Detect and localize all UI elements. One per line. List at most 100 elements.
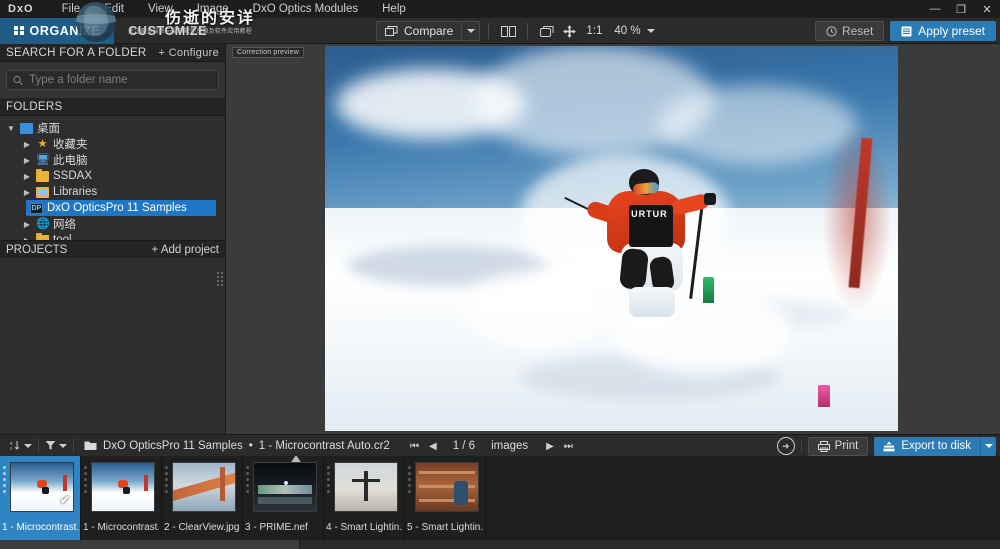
- configure-link[interactable]: + Configure: [159, 47, 219, 59]
- chevron-down-icon: [24, 443, 32, 448]
- folder-icon: [36, 168, 49, 182]
- tab-organize-label: ORGANIZE: [29, 23, 101, 38]
- next-image-button[interactable]: ▶: [546, 441, 554, 452]
- export-arrow-circle-icon[interactable]: ➜: [776, 437, 795, 455]
- menu-dxo-optics-modules[interactable]: DxO Optics Modules: [241, 0, 370, 18]
- tree-item-ssdax[interactable]: ▶ SSDAX: [0, 168, 225, 184]
- filmstrip-item[interactable]: 3 - PRIME.nef: [243, 456, 324, 549]
- toolbar-right-actions: Reset Apply preset: [814, 21, 996, 41]
- apply-preset-button[interactable]: Apply preset: [890, 21, 996, 41]
- filmstrip-scrollbar[interactable]: [0, 540, 1000, 549]
- tree-item-libraries[interactable]: ▶ Libraries: [0, 184, 225, 200]
- projects-section-header: PROJECTS + Add project: [0, 240, 225, 258]
- rating-dots[interactable]: [408, 466, 411, 493]
- filter-button[interactable]: [39, 435, 73, 457]
- expand-arrow-right-icon[interactable]: ▶: [22, 188, 32, 197]
- thumbnail-label: 2 - ClearView.jpg: [164, 522, 240, 533]
- print-button[interactable]: Print: [807, 436, 869, 456]
- tab-customize[interactable]: CUSTOMIZE: [114, 18, 221, 44]
- rating-dots[interactable]: [165, 466, 168, 493]
- statusbar-divider-2: [73, 438, 74, 453]
- restore-icon[interactable]: ❐: [948, 0, 974, 18]
- network-icon: 🌐: [36, 217, 50, 230]
- tree-item-tool[interactable]: ▶ tool: [0, 232, 225, 240]
- reset-button[interactable]: Reset: [814, 21, 885, 41]
- compare-button[interactable]: Compare: [376, 21, 481, 41]
- thumb-art-ski: [92, 463, 154, 511]
- filmstrip-item[interactable]: 5 - Smart Lightin...: [405, 456, 486, 549]
- window-controls: — ❐ ✕: [922, 0, 1000, 18]
- pan-tool-button[interactable]: [558, 21, 580, 41]
- menu-bar: DxO File Edit View Image DxO Optics Modu…: [0, 0, 1000, 18]
- image-viewer[interactable]: Correction preview URTUR: [226, 44, 1000, 434]
- tree-item-favorites[interactable]: ▶ ★ 收藏夹: [0, 136, 225, 152]
- photo-pink-marker: [817, 384, 830, 407]
- expand-arrow-right-icon[interactable]: ▶: [22, 156, 32, 165]
- compare-dropdown-arrow[interactable]: [461, 22, 479, 40]
- folders-section-header: FOLDERS: [0, 98, 225, 116]
- export-to-disk-button[interactable]: Export to disk: [874, 436, 996, 456]
- photo-skier: URTUR: [564, 169, 727, 359]
- panel-resize-grip[interactable]: [217, 272, 223, 294]
- filmstrip-item[interactable]: 4 - Smart Lightin...: [324, 456, 405, 549]
- tree-item-label: 收藏夹: [53, 139, 88, 151]
- menu-help[interactable]: Help: [370, 0, 418, 18]
- menu-file[interactable]: File: [50, 0, 93, 18]
- one-to-one-button[interactable]: 1:1: [580, 21, 608, 41]
- thumb-art-shelf: [416, 463, 478, 511]
- last-image-button[interactable]: ⏭: [564, 441, 573, 452]
- tree-item-label: 桌面: [37, 123, 60, 135]
- expand-arrow-right-icon[interactable]: ▶: [22, 172, 32, 181]
- thumbnail-image: [172, 462, 236, 512]
- menu-edit[interactable]: Edit: [92, 0, 136, 18]
- split-view-icon: [500, 25, 516, 37]
- image-counter-unit: images: [491, 440, 529, 452]
- expand-arrow-right-icon[interactable]: ▶: [22, 140, 32, 149]
- breadcrumb-folder[interactable]: DxO OpticsPro 11 Samples: [103, 440, 243, 452]
- dxo-folder-icon: DP: [30, 202, 43, 214]
- rating-dots[interactable]: [246, 466, 249, 493]
- chevron-down-icon: [59, 443, 67, 448]
- projects-list-area: [0, 258, 225, 434]
- filmstrip-item[interactable]: ✔ 1 - Microcontrast...: [0, 456, 81, 549]
- skier-leg-left: [619, 247, 650, 291]
- compare-icon: [385, 25, 398, 36]
- sort-button[interactable]: a z: [4, 435, 38, 457]
- filmstrip-item[interactable]: 1 - Microcontrast...: [81, 456, 162, 549]
- side-by-side-view-button[interactable]: [497, 21, 519, 41]
- skier-glove-right: [704, 193, 717, 206]
- toolbar-divider-2: [527, 23, 529, 39]
- main-photo[interactable]: URTUR: [325, 46, 898, 431]
- first-image-button[interactable]: ⏮: [410, 441, 419, 452]
- add-project-link[interactable]: + Add project: [152, 244, 219, 256]
- rating-dots[interactable]: [3, 466, 6, 493]
- tree-item-network[interactable]: ▶ 🌐 网络: [0, 216, 225, 232]
- search-area: [0, 62, 225, 98]
- folder-search-box[interactable]: [6, 70, 219, 90]
- tree-item-desktop[interactable]: ▼ 桌面: [0, 120, 225, 136]
- previous-image-button[interactable]: ◀: [429, 441, 437, 452]
- minimize-icon[interactable]: —: [922, 0, 948, 18]
- rating-dots[interactable]: [327, 466, 330, 493]
- tree-item-label: DxO OpticsPro 11 Samples: [47, 202, 187, 214]
- menu-image[interactable]: Image: [185, 0, 241, 18]
- expand-arrow-right-icon[interactable]: ▶: [22, 220, 32, 229]
- close-icon[interactable]: ✕: [974, 0, 1000, 18]
- expand-arrow-down-icon[interactable]: ▼: [6, 124, 16, 133]
- rating-dots[interactable]: [84, 466, 87, 493]
- correction-preview-badge: Correction preview: [232, 47, 304, 58]
- thumbnail-image: ✔: [10, 462, 74, 512]
- tree-item-dxo-opticspro-11-samples[interactable]: DP DxO OpticsPro 11 Samples: [26, 200, 216, 216]
- skier-bib-text: URTUR: [631, 209, 668, 220]
- left-sidebar: SEARCH FOR A FOLDER + Configure FOLDERS …: [0, 44, 226, 434]
- folder-icon: [36, 232, 49, 240]
- export-dropdown-arrow[interactable]: [980, 436, 996, 456]
- menu-view[interactable]: View: [136, 0, 185, 18]
- zoom-level-select[interactable]: 40 %: [608, 21, 660, 41]
- tree-item-this-pc[interactable]: ▶ 🖥 此电脑: [0, 152, 225, 168]
- filmstrip-item[interactable]: 2 - ClearView.jpg: [162, 456, 243, 549]
- single-view-button[interactable]: [536, 21, 558, 41]
- tab-organize[interactable]: ORGANIZE: [0, 17, 115, 44]
- search-input[interactable]: [29, 74, 212, 86]
- filmstrip-scrollbar-thumb[interactable]: [0, 540, 300, 549]
